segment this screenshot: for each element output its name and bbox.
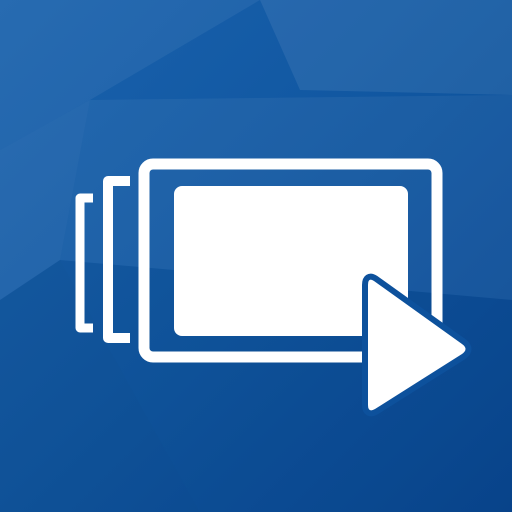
app-icon (0, 0, 512, 512)
app-icon-graphic (0, 0, 512, 512)
